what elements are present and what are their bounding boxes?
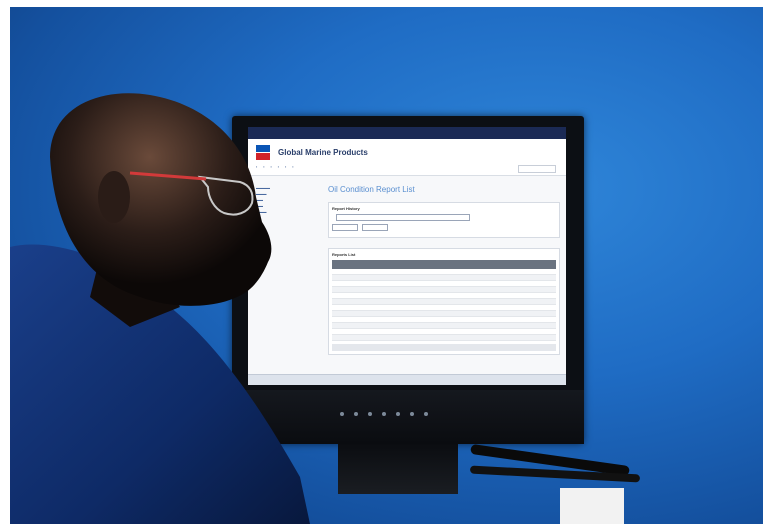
compartment-select[interactable] [336,214,470,221]
column-header[interactable] [332,260,377,269]
compartment-row [332,214,556,221]
monitor-button-icon [354,412,358,416]
site-header: Global Marine Products ▪ ▪ ▪ ▪ ▪ ▪ [248,139,566,176]
browser-titlebar [248,127,566,139]
image-frame: Global Marine Products ▪ ▪ ▪ ▪ ▪ ▪ ▬▬▬▬ … [0,0,772,531]
report-history-panel: Report History [328,202,560,238]
monitor-button-icon [340,412,344,416]
column-header[interactable] [376,260,422,269]
page-title: Oil Condition Report List [328,185,415,194]
start-date-field[interactable] [332,224,358,231]
taskbar [248,374,566,385]
monitor-button-icon [396,412,400,416]
monitor-button-icon [424,412,428,416]
table-pager [332,344,556,351]
left-nav-item[interactable]: ▬▬▬ [256,209,300,215]
reports-list-heading: Reports List [332,252,356,257]
search-input[interactable] [518,165,556,173]
monitor-button-icon [368,412,372,416]
column-header[interactable] [421,260,467,269]
nav-item[interactable]: ▪ [285,165,286,169]
table-header-row [332,260,556,269]
nav-item[interactable]: ▪ [271,165,272,169]
column-header[interactable] [511,260,556,269]
main-content: Oil Condition Report List Report History… [328,185,560,365]
monitor-screen: Global Marine Products ▪ ▪ ▪ ▪ ▪ ▪ ▬▬▬▬ … [248,127,566,385]
nav-item[interactable]: ▪ [278,165,279,169]
nav-item[interactable]: ▪ [263,165,264,169]
report-history-heading: Report History [332,206,360,211]
left-nav: ▬▬▬▬ ▬▬▬ ▬▬ ▬▬ ▬▬▬ [256,185,300,215]
monitor-buttons [340,412,460,418]
date-range-row [332,224,556,231]
site-title: Global Marine Products [278,148,368,157]
reports-table [332,260,556,341]
white-box [560,488,624,524]
nav-item[interactable]: ▪ [292,165,293,169]
reports-list-panel: Reports List [328,248,560,355]
column-header[interactable] [466,260,512,269]
end-date-field[interactable] [362,224,388,231]
chevron-logo-icon [256,145,270,161]
monitor-stand [338,444,458,494]
table-row[interactable] [332,334,556,341]
monitor-button-icon [410,412,414,416]
nav-item[interactable]: ▪ [256,165,257,169]
site-nav: ▪ ▪ ▪ ▪ ▪ ▪ [256,165,294,169]
monitor-button-icon [382,412,386,416]
